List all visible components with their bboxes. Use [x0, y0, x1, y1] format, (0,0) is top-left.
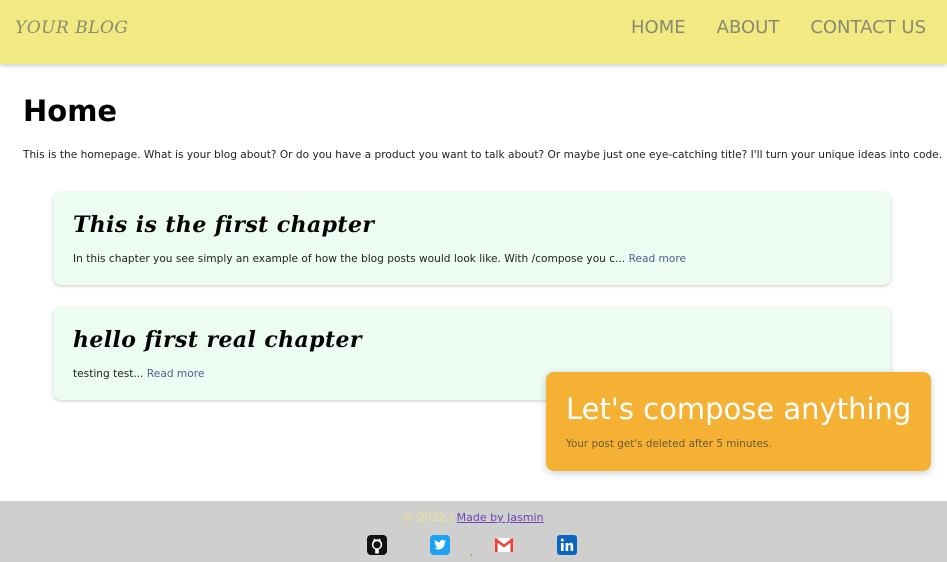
- post-excerpt-text: testing test...: [73, 368, 144, 380]
- footer-credits: © 2022 | Made by Jasmin: [0, 511, 947, 524]
- gmail-icon[interactable]: [493, 534, 515, 556]
- page-title: Home: [23, 94, 118, 128]
- post-excerpt: testing test... Read more: [73, 368, 204, 380]
- nav-link-contact[interactable]: CONTACT US: [810, 17, 926, 38]
- post-excerpt-text: In this chapter you see simply an exampl…: [73, 253, 626, 265]
- brand-logo[interactable]: YOUR BLOG: [15, 18, 129, 38]
- post-title: hello first real chapter: [73, 327, 362, 353]
- linkedin-icon[interactable]: [556, 534, 578, 556]
- nav-link-home[interactable]: HOME: [631, 17, 686, 38]
- nav-links: HOME ABOUT CONTACT US: [600, 17, 926, 38]
- post-card: This is the first chapter In this chapte…: [53, 192, 891, 285]
- copyright-text: © 2022: [403, 511, 446, 524]
- compose-subtitle: Your post get's deleted after 5 minutes.: [566, 438, 772, 450]
- read-more-link[interactable]: Read more: [629, 253, 686, 265]
- page-intro: This is the homepage. What is your blog …: [23, 149, 943, 161]
- made-by-link[interactable]: Made by Jasmin: [457, 511, 544, 524]
- read-more-link[interactable]: Read more: [147, 368, 204, 380]
- twitter-icon[interactable]: [429, 534, 451, 556]
- github-icon[interactable]: [366, 534, 388, 556]
- navbar: YOUR BLOG HOME ABOUT CONTACT US: [0, 0, 947, 64]
- footer-separator: |: [449, 511, 454, 524]
- post-excerpt: In this chapter you see simply an exampl…: [73, 253, 686, 265]
- separator-dot-icon: ·: [470, 551, 473, 560]
- compose-title: Let's compose anything: [566, 392, 912, 426]
- footer: © 2022 | Made by Jasmin ·: [0, 501, 947, 562]
- compose-button[interactable]: Let's compose anything Your post get's d…: [546, 372, 931, 471]
- post-title: This is the first chapter: [73, 212, 375, 238]
- nav-link-about[interactable]: ABOUT: [717, 17, 780, 38]
